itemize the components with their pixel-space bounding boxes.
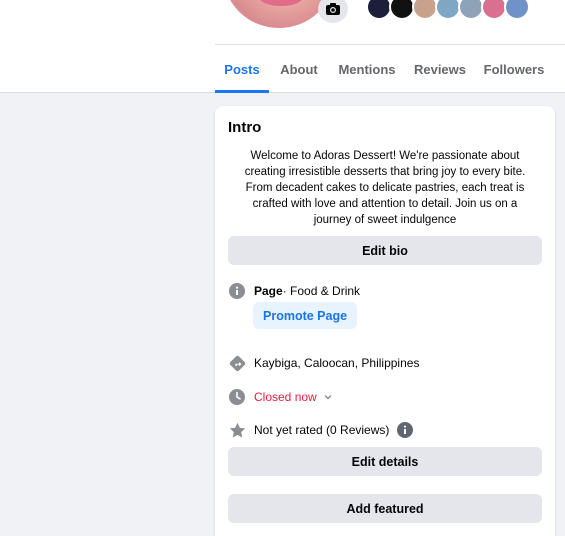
bio-line: Welcome to Adoras Dessert! We're passion… (250, 150, 520, 162)
tab-about[interactable]: About (272, 45, 326, 93)
location-text[interactable]: Kaybiga, Caloocan, Philippines (254, 356, 419, 370)
tab-label: Reviews (413, 61, 467, 77)
bio-line: From decadent cakes to delicate pastries… (245, 182, 525, 194)
directions-icon (228, 354, 246, 372)
add-featured-button[interactable]: Add featured (228, 494, 542, 523)
tab-label: Posts (224, 61, 260, 77)
info-icon[interactable] (396, 421, 414, 439)
edit-bio-button[interactable]: Edit bio (228, 236, 542, 265)
page-label: Page (254, 284, 283, 298)
avatar-detail (259, 0, 303, 6)
star-icon (228, 421, 246, 439)
tab-label: Followers (483, 61, 545, 77)
tab-label: Mentions (338, 61, 396, 77)
intro-card: Intro Welcome to Adoras Dessert! We're p… (215, 106, 555, 536)
page-category-row: Page · Food & Drink (228, 282, 360, 300)
tab-followers[interactable]: Followers (478, 45, 550, 93)
tab-posts[interactable]: Posts (215, 45, 269, 93)
bio-line: creating irresistible desserts that brin… (244, 166, 526, 178)
hours-status: Closed now (254, 390, 317, 404)
location-row: Kaybiga, Caloocan, Philippines (228, 354, 419, 372)
chevron-down-icon[interactable] (323, 393, 333, 401)
rating-text: Not yet rated (0 Reviews) (254, 423, 390, 437)
hours-row[interactable]: Closed now (228, 388, 333, 406)
bio-line: journey of sweet indulgence (313, 214, 457, 226)
tab-reviews[interactable]: Reviews (408, 45, 472, 93)
page-category: · Food & Drink (282, 284, 361, 298)
bio-text: Welcome to Adoras Dessert! We're passion… (230, 148, 540, 228)
promote-page-button[interactable]: Promote Page (253, 302, 358, 329)
clock-icon (228, 388, 246, 406)
rating-row: Not yet rated (0 Reviews) (228, 421, 414, 439)
tab-label: About (280, 61, 318, 77)
bio-line: crafted with love and attention to detai… (252, 198, 518, 210)
tab-mentions[interactable]: Mentions (332, 45, 402, 93)
edit-details-button[interactable]: Edit details (228, 447, 542, 476)
info-icon (228, 282, 246, 300)
intro-title: Intro (228, 119, 262, 136)
